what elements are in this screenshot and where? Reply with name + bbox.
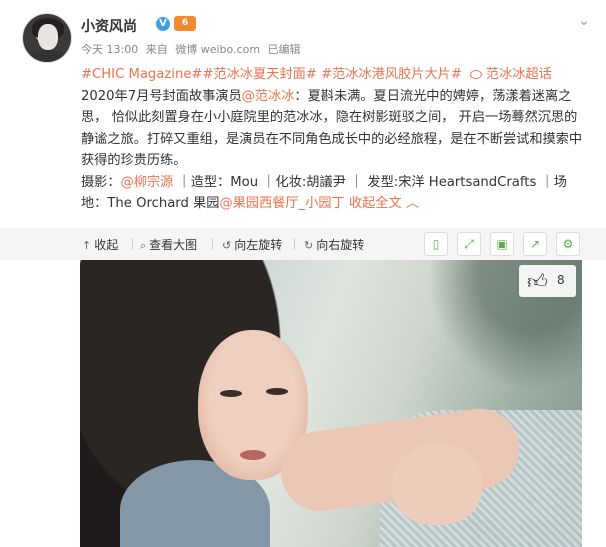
- chevron-up-icon[interactable]: ︿: [406, 196, 419, 211]
- topic-link-film[interactable]: #范冰冰港风胶片大片#: [321, 67, 462, 82]
- media-action-icons: ▯ ⤢ ▣ ↗ ⚙: [424, 232, 582, 256]
- view-large-label: 查看大图: [149, 238, 198, 252]
- post-credits: 摄影：@柳宗源 ｜造型：Mou ｜化妆:胡議尹 ｜ 发型:宋洋 Heartsan…: [81, 172, 583, 215]
- mention-photographer[interactable]: @柳宗源: [121, 175, 174, 190]
- avatar-shoulder: [27, 50, 69, 62]
- topic-link-chic[interactable]: #CHIC Magazine#: [81, 67, 202, 82]
- post-body: 2020年7月号封面故事演员@范冰冰：夏斟未满。夏日流光中的娉婷，荡漾着迷离之思…: [81, 86, 583, 172]
- photo-hand: [392, 445, 482, 525]
- like-button[interactable]: 👍︎ 8: [519, 265, 576, 297]
- edited-label: 已编辑: [267, 43, 301, 56]
- post-meta: 今天 13:00 来自 微博 weibo.com 已编辑: [81, 41, 305, 57]
- toolbar-divider: [132, 238, 133, 250]
- collapse-media-button[interactable]: ↑ 收起: [82, 236, 118, 253]
- photo-eye-right: [266, 388, 288, 395]
- topic-line: #CHIC Magazine##范冰冰夏天封面# #范冰冰港风胶片大片# 范冰冰超…: [81, 64, 583, 86]
- post-time[interactable]: 今天 13:00: [81, 43, 138, 56]
- post-header: 小资风尚 V 6 今天 13:00 来自 微博 weibo.com 已编辑 ⌄: [22, 13, 592, 63]
- photo-lips: [240, 450, 266, 460]
- collapse-full-text-link[interactable]: 收起全文: [349, 196, 402, 211]
- mention-star[interactable]: @范冰冰: [242, 89, 295, 104]
- vip-badge-icon[interactable]: 6: [174, 16, 196, 31]
- body-prefix: 2020年7月号封面故事演员: [81, 88, 242, 104]
- rotate-right-button[interactable]: ↻ 向右旋转: [304, 236, 364, 253]
- arrow-up-icon: ↑: [82, 239, 92, 252]
- rotate-left-icon: ↺: [222, 239, 232, 252]
- super-topic-icon: [469, 70, 482, 79]
- credits-photo-label: 摄影：: [81, 174, 121, 190]
- post-photo[interactable]: [80, 260, 582, 547]
- collapse-media-label: 收起: [94, 238, 119, 252]
- media-toolbar: ↑ 收起 ⌕ 查看大图 ↺ 向左旋转 ↻ 向右旋转 ▯ ⤢ ▣ ↗ ⚙: [0, 228, 606, 260]
- topic-link-cover[interactable]: #范冰冰夏天封面#: [202, 67, 316, 82]
- rotate-right-label: 向右旋转: [316, 238, 365, 252]
- post-content: #CHIC Magazine##范冰冰夏天封面# #范冰冰港风胶片大片# 范冰冰超…: [81, 64, 583, 215]
- photo-eye-left: [220, 390, 242, 397]
- rotate-left-button[interactable]: ↺ 向左旋转: [222, 236, 282, 253]
- thumbs-up-icon: 👍︎: [527, 269, 548, 293]
- mention-place[interactable]: @果园西餐厅_小园丁: [219, 196, 344, 211]
- source-link[interactable]: 微博 weibo.com: [175, 43, 260, 56]
- toolbar-divider: [212, 238, 213, 250]
- magnifier-icon: ⌕: [140, 239, 147, 252]
- source-prefix: 来自: [145, 43, 168, 56]
- rotate-left-label: 向左旋转: [234, 238, 283, 252]
- avatar-face: [38, 24, 58, 50]
- share-icon[interactable]: ↗: [523, 232, 547, 256]
- settings-gear-icon[interactable]: ⚙: [556, 232, 580, 256]
- rotate-right-icon: ↻: [304, 239, 314, 252]
- view-large-button[interactable]: ⌕ 查看大图: [140, 236, 197, 253]
- toolbar-divider: [294, 238, 295, 250]
- like-count: 8: [557, 273, 565, 287]
- phone-icon[interactable]: ▯: [424, 232, 448, 256]
- chevron-down-icon[interactable]: ⌄: [576, 13, 592, 29]
- verified-icon: V: [156, 17, 170, 31]
- avatar[interactable]: [22, 13, 72, 63]
- username-link[interactable]: 小资风尚: [81, 16, 137, 36]
- super-topic-link[interactable]: 范冰冰超话: [486, 67, 552, 82]
- fullscreen-icon[interactable]: ⤢: [457, 232, 481, 256]
- save-icon[interactable]: ▣: [490, 232, 514, 256]
